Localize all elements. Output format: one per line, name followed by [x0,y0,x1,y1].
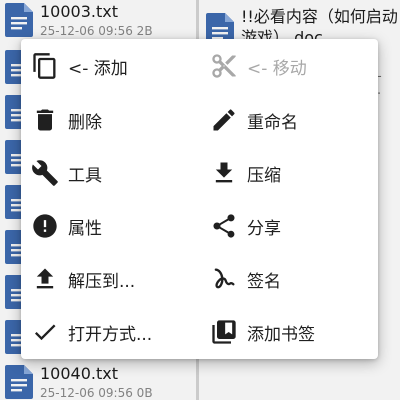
menu-item-label: 属性 [68,219,102,239]
menu-item-extract-to[interactable]: 解压到... [21,252,199,306]
menu-item-sign[interactable]: 签名 [200,252,378,306]
menu-item-label: 删除 [68,113,102,133]
menu-item-tools[interactable]: 工具 [21,146,199,200]
trash-icon [36,109,54,131]
menu-item-move[interactable]: <- 移动 [200,39,378,93]
menu-item-label: 分享 [247,219,281,239]
copy-icon [33,53,56,79]
menu-item-label: 添加书签 [247,325,315,345]
menu-item-compress[interactable]: 压缩 [200,146,378,200]
menu-item-label: 解压到... [68,272,136,292]
share-icon [213,214,235,238]
bookmark-add-icon [212,320,236,344]
menu-item-label: <- 添加 [68,59,128,79]
scissors-icon [212,54,236,78]
signature-icon [214,268,235,289]
file-action-menu: <- 添加 <- 移动 删除 重命名 工具 压缩 属性 分享 解压到... 签名 [21,39,378,359]
pencil-icon [213,109,235,131]
check-icon [34,324,56,341]
menu-item-add-bookmark[interactable]: 添加书签 [200,305,378,359]
wrench-icon [32,160,58,186]
menu-item-label: 打开方式... [68,325,153,345]
menu-item-share[interactable]: 分享 [200,199,378,253]
menu-item-label: 工具 [68,166,102,186]
menu-item-properties[interactable]: 属性 [21,199,199,253]
menu-item-rename[interactable]: 重命名 [200,93,378,147]
info-alert-icon [33,214,57,238]
menu-item-delete[interactable]: 删除 [21,93,199,147]
menu-item-label: 压缩 [247,166,281,186]
download-icon [215,162,233,183]
menu-item-add[interactable]: <- 添加 [21,39,199,93]
menu-item-open-with[interactable]: 打开方式... [21,305,199,359]
upload-icon [36,268,54,289]
menu-item-label: <- 移动 [247,59,307,79]
menu-item-label: 签名 [247,272,281,292]
menu-item-label: 重命名 [247,113,298,133]
